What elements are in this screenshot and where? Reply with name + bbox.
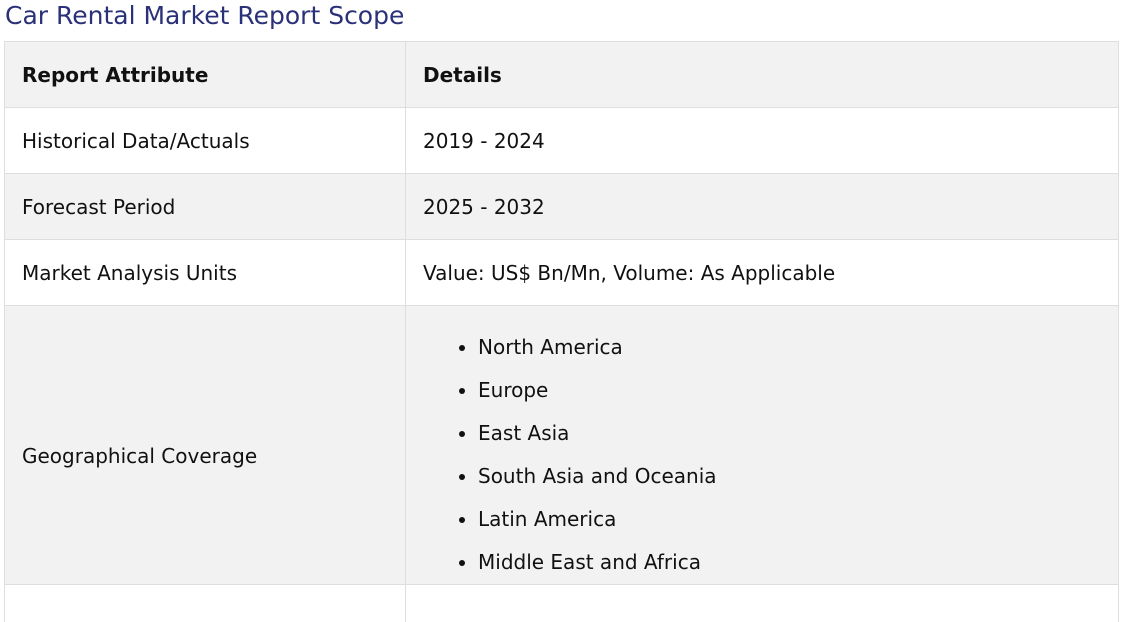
report-scope-table: Report Attribute Details Historical Data… xyxy=(4,41,1119,622)
page: Car Rental Market Report Scope Report At… xyxy=(0,0,1122,622)
header-details: Details xyxy=(405,41,1119,108)
details-cell: North America Europe East Asia South Asi… xyxy=(405,305,1119,585)
page-title: Car Rental Market Report Scope xyxy=(5,1,405,30)
list-item: Latin America xyxy=(478,498,1118,541)
attribute-cell: Market Analysis Units xyxy=(4,239,406,306)
table-row: Market Analysis Units Value: US$ Bn/Mn, … xyxy=(4,239,1119,306)
attribute-cell: Forecast Period xyxy=(4,173,406,240)
table-row: Historical Data/Actuals 2019 - 2024 xyxy=(4,107,1119,174)
table-header-row: Report Attribute Details xyxy=(4,41,1119,108)
list-item: East Asia xyxy=(478,412,1118,455)
list-item: Middle East and Africa xyxy=(478,541,1118,584)
table-row: Forecast Period 2025 - 2032 xyxy=(4,173,1119,240)
details-cell xyxy=(405,584,1119,622)
table-row-geographical-coverage: Geographical Coverage North America Euro… xyxy=(4,305,1119,585)
regions-list: North America Europe East Asia South Asi… xyxy=(423,326,1118,584)
table-row xyxy=(4,584,1119,622)
list-item: South Asia and Oceania xyxy=(478,455,1118,498)
attribute-cell: Historical Data/Actuals xyxy=(4,107,406,174)
list-item: Europe xyxy=(478,369,1118,412)
details-cell: 2019 - 2024 xyxy=(405,107,1119,174)
attribute-cell: Geographical Coverage xyxy=(4,305,406,585)
header-report-attribute: Report Attribute xyxy=(4,41,406,108)
attribute-cell xyxy=(4,584,406,622)
details-cell: 2025 - 2032 xyxy=(405,173,1119,240)
details-cell: Value: US$ Bn/Mn, Volume: As Applicable xyxy=(405,239,1119,306)
list-item: North America xyxy=(478,326,1118,369)
